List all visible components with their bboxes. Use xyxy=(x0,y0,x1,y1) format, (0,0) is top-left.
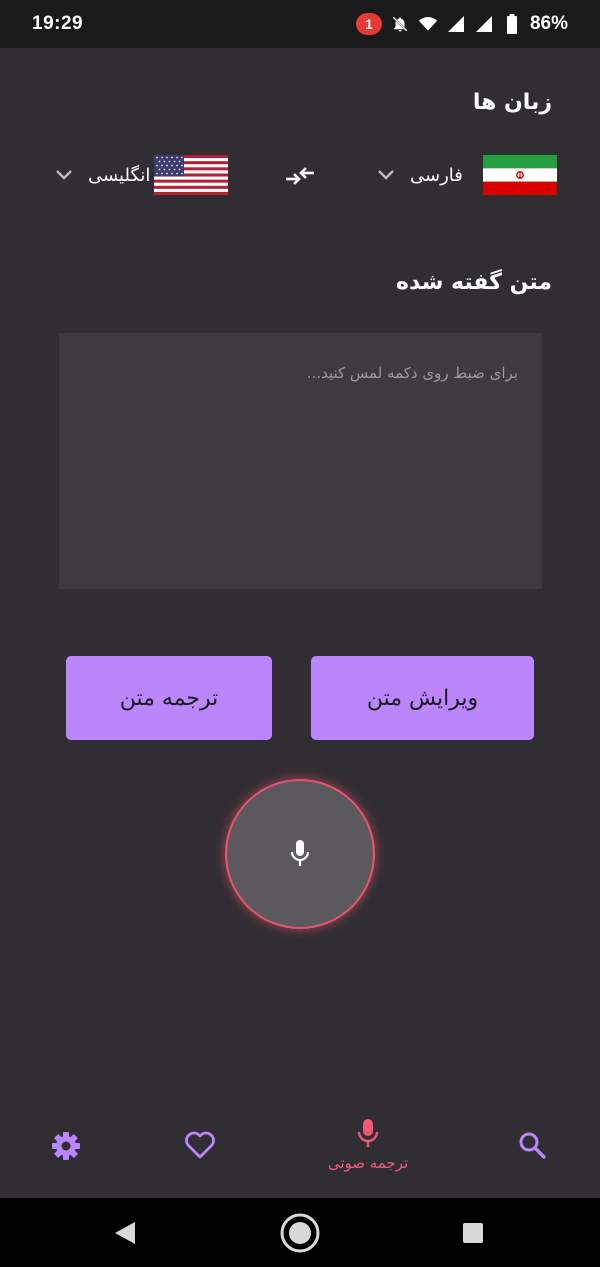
chevron-down-icon xyxy=(54,165,74,185)
system-navigation-bar xyxy=(0,1198,600,1267)
languages-title: زبان ها xyxy=(472,90,552,115)
bottom-navigation: ترجمه صوتی xyxy=(0,1108,600,1198)
chevron-down-icon xyxy=(376,165,396,185)
status-bar: 19:29 1 86% xyxy=(0,0,600,48)
home-circle-icon xyxy=(279,1212,321,1254)
iran-flag-icon xyxy=(482,155,557,195)
swap-arrows-icon xyxy=(284,164,316,188)
status-time: 19:29 xyxy=(32,13,84,34)
notification-badge: 1 xyxy=(355,13,382,35)
wifi-icon xyxy=(418,14,438,34)
record-button[interactable] xyxy=(225,779,375,929)
back-triangle-icon xyxy=(113,1220,137,1246)
signal-icon xyxy=(474,14,494,34)
signal-icon xyxy=(446,14,466,34)
heart-icon xyxy=(184,1130,216,1160)
spoken-text-placeholder: برای ضبط روی دکمه لمس کنید... xyxy=(306,364,518,382)
search-icon xyxy=(517,1130,547,1160)
back-button[interactable] xyxy=(104,1212,146,1254)
nav-voice-translate[interactable]: ترجمه صوتی xyxy=(308,1118,428,1188)
nav-favorites[interactable] xyxy=(140,1130,260,1200)
target-language-label: انگلیسی xyxy=(88,164,151,186)
bell-off-icon xyxy=(390,14,410,34)
spoken-text-area[interactable]: برای ضبط روی دکمه لمس کنید... xyxy=(59,333,542,589)
nav-settings[interactable] xyxy=(6,1130,126,1200)
recents-button[interactable] xyxy=(452,1212,494,1254)
swap-languages-button[interactable] xyxy=(282,158,318,194)
status-icons: 1 86% xyxy=(355,13,568,35)
language-row: انگلیسی فارسی xyxy=(0,150,600,200)
microphone-icon xyxy=(356,1118,380,1150)
nav-voice-label: ترجمه صوتی xyxy=(327,1154,409,1172)
battery-icon xyxy=(502,14,522,34)
source-language-label: فارسی xyxy=(410,164,463,186)
microphone-icon xyxy=(288,838,312,870)
translate-text-button[interactable]: ترجمه متن xyxy=(66,656,272,740)
target-language-select[interactable]: انگلیسی xyxy=(54,150,229,200)
battery-percent: 86% xyxy=(529,13,568,34)
usa-flag-icon xyxy=(154,155,229,195)
spoken-text-title: متن گفته شده xyxy=(396,270,552,295)
nav-search[interactable] xyxy=(472,1130,592,1200)
source-language-select[interactable]: فارسی xyxy=(376,150,557,200)
gear-icon xyxy=(50,1130,82,1162)
recents-square-icon xyxy=(462,1222,484,1244)
home-button[interactable] xyxy=(279,1212,321,1254)
edit-text-button[interactable]: ویرایش متن xyxy=(311,656,534,740)
